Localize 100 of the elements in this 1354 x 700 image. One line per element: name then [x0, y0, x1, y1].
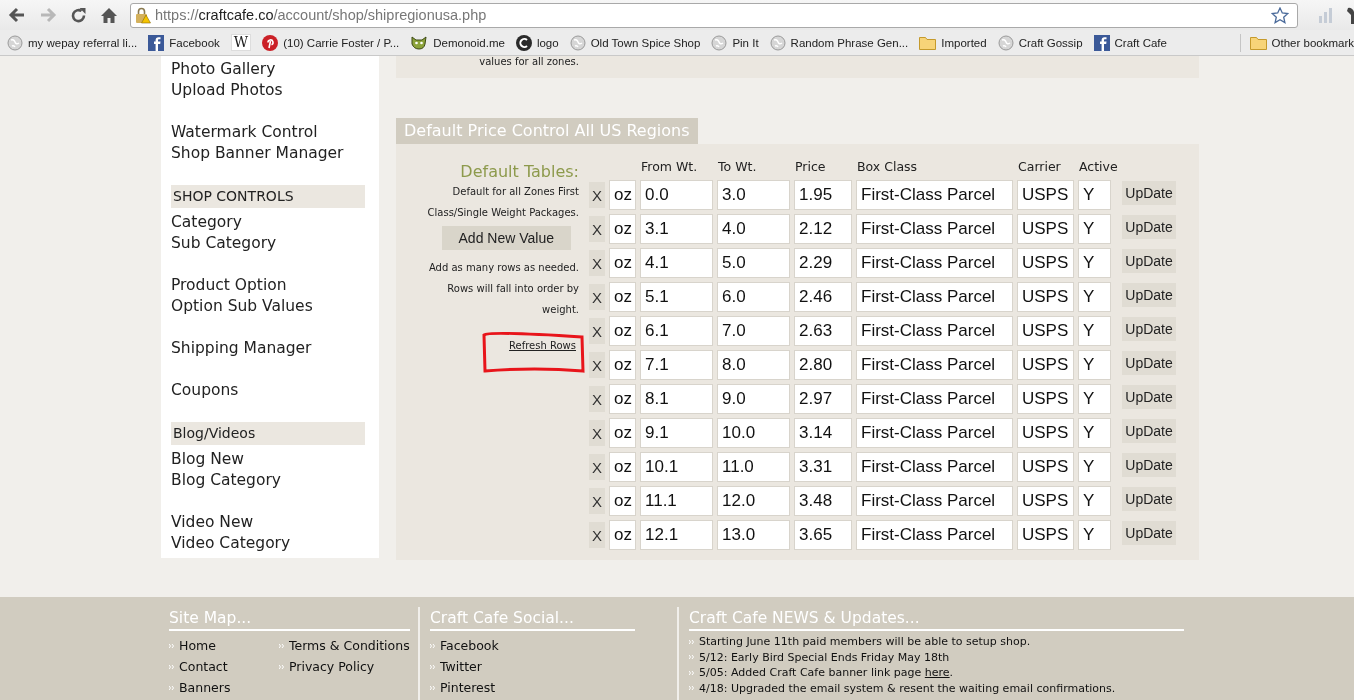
add-value-button[interactable]: Add New Value [441, 226, 571, 250]
wrench-icon[interactable] [1346, 6, 1354, 24]
input-field[interactable]: USPS [1017, 418, 1074, 448]
sidebar-link[interactable]: Product Option [171, 275, 379, 296]
input-field[interactable]: Y [1078, 214, 1111, 244]
input-field[interactable]: USPS [1017, 486, 1074, 516]
update-button[interactable]: UpDate [1122, 351, 1176, 375]
input-field[interactable]: 5.0 [717, 248, 790, 278]
input-field[interactable]: 5.1 [640, 282, 713, 312]
home-icon[interactable] [100, 6, 118, 24]
input-field[interactable]: USPS [1017, 384, 1074, 414]
input-field[interactable]: 3.48 [794, 486, 852, 516]
input-field[interactable]: 3.1 [640, 214, 713, 244]
footer-link[interactable]: Home [179, 635, 216, 656]
lock-warning-icon[interactable] [135, 6, 151, 24]
refresh-rows-link[interactable]: Refresh Rows [509, 340, 576, 351]
input-field[interactable]: 6.1 [640, 316, 713, 346]
delete-button[interactable]: X [589, 216, 605, 242]
input-field[interactable]: 1.95 [794, 180, 852, 210]
delete-button[interactable]: X [589, 250, 605, 276]
input-field[interactable]: 3.31 [794, 452, 852, 482]
input-field[interactable]: First-Class Parcel [856, 520, 1013, 550]
input-field[interactable]: 3.14 [794, 418, 852, 448]
delete-button[interactable]: X [589, 420, 605, 446]
sidebar-link[interactable]: Blog Category [171, 470, 379, 491]
star-icon[interactable] [1271, 6, 1289, 24]
input-field[interactable]: First-Class Parcel [856, 418, 1013, 448]
input-field[interactable]: 11.1 [640, 486, 713, 516]
input-field[interactable]: First-Class Parcel [856, 282, 1013, 312]
input-field[interactable]: 11.0 [717, 452, 790, 482]
input-field[interactable]: 3.0 [717, 180, 790, 210]
input-field[interactable]: oz [609, 452, 636, 482]
sidebar-link[interactable]: Shop Banner Manager [171, 143, 379, 164]
input-field[interactable]: First-Class Parcel [856, 248, 1013, 278]
bookmark[interactable]: logo [515, 34, 559, 51]
input-field[interactable]: 9.1 [640, 418, 713, 448]
sidebar-link[interactable]: Video Category [171, 533, 379, 554]
bookmark[interactable]: Craft Cafe [1093, 34, 1167, 51]
delete-button[interactable]: X [589, 454, 605, 480]
bookmark[interactable]: my wepay referral li... [7, 34, 138, 51]
footer-link[interactable]: Terms & Conditions [289, 635, 410, 656]
input-field[interactable]: Y [1078, 418, 1111, 448]
input-field[interactable]: oz [609, 214, 636, 244]
input-field[interactable]: 0.0 [640, 180, 713, 210]
sidebar-link[interactable]: Watermark Control [171, 122, 379, 143]
input-field[interactable]: First-Class Parcel [856, 180, 1013, 210]
footer-link[interactable]: Contact [179, 656, 228, 677]
update-button[interactable]: UpDate [1122, 249, 1176, 273]
update-button[interactable]: UpDate [1122, 453, 1176, 477]
delete-button[interactable]: X [589, 284, 605, 310]
news-link[interactable]: here [924, 666, 950, 679]
delete-button[interactable]: X [589, 182, 605, 208]
input-field[interactable]: 7.0 [717, 316, 790, 346]
sidebar-link[interactable]: Upload Photos [171, 80, 379, 101]
input-field[interactable]: 12.0 [717, 486, 790, 516]
delete-button[interactable]: X [589, 352, 605, 378]
input-field[interactable]: 4.0 [717, 214, 790, 244]
input-field[interactable]: 2.97 [794, 384, 852, 414]
input-field[interactable]: Y [1078, 452, 1111, 482]
footer-link[interactable]: Pinterest [440, 677, 496, 698]
footer-link[interactable]: Privacy Policy [289, 656, 375, 677]
bookmark[interactable]: Craft Gossip [997, 34, 1083, 51]
input-field[interactable]: 2.80 [794, 350, 852, 380]
footer-link[interactable]: Twitter [440, 656, 482, 677]
input-field[interactable]: 2.63 [794, 316, 852, 346]
input-field[interactable]: 8.1 [640, 384, 713, 414]
bookmark[interactable]: W [230, 34, 252, 51]
input-field[interactable]: 8.0 [717, 350, 790, 380]
sidebar-link[interactable]: Sub Category [171, 233, 379, 254]
input-field[interactable]: oz [609, 418, 636, 448]
update-button[interactable]: UpDate [1122, 215, 1176, 239]
bookmark[interactable]: Facebook [148, 34, 220, 51]
update-button[interactable]: UpDate [1122, 317, 1176, 341]
delete-button[interactable]: X [589, 488, 605, 514]
sidebar-link[interactable]: Coupons [171, 380, 379, 401]
input-field[interactable]: 2.12 [794, 214, 852, 244]
input-field[interactable]: oz [609, 384, 636, 414]
input-field[interactable]: Y [1078, 316, 1111, 346]
update-button[interactable]: UpDate [1122, 521, 1176, 545]
sidebar-link[interactable]: Shipping Manager [171, 338, 379, 359]
update-button[interactable]: UpDate [1122, 419, 1176, 443]
input-field[interactable]: 4.1 [640, 248, 713, 278]
input-field[interactable]: First-Class Parcel [856, 214, 1013, 244]
bookmark[interactable]: Imported [919, 35, 987, 50]
delete-button[interactable]: X [589, 318, 605, 344]
input-field[interactable]: 13.0 [717, 520, 790, 550]
input-field[interactable]: Y [1078, 180, 1111, 210]
input-field[interactable]: oz [609, 248, 636, 278]
input-field[interactable]: First-Class Parcel [856, 452, 1013, 482]
input-field[interactable]: 7.1 [640, 350, 713, 380]
input-field[interactable]: Y [1078, 248, 1111, 278]
input-field[interactable]: USPS [1017, 180, 1074, 210]
input-field[interactable]: 9.0 [717, 384, 790, 414]
update-button[interactable]: UpDate [1122, 181, 1176, 205]
input-field[interactable]: oz [609, 180, 636, 210]
input-field[interactable]: oz [609, 316, 636, 346]
input-field[interactable]: 10.0 [717, 418, 790, 448]
bookmark[interactable]: Pin It [711, 34, 759, 51]
delete-button[interactable]: X [589, 522, 605, 548]
input-field[interactable]: First-Class Parcel [856, 486, 1013, 516]
